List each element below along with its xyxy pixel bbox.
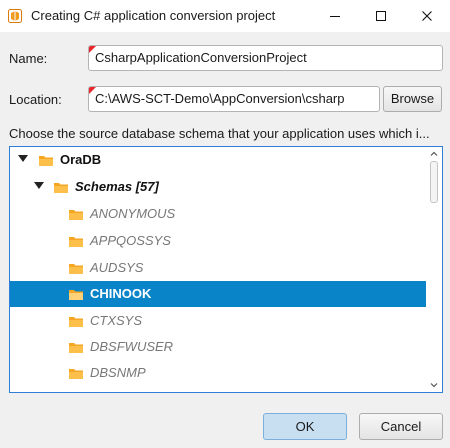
tree-item[interactable]: CTXSYS [10, 308, 427, 334]
tree-item-label: AUDSYS [90, 260, 144, 275]
minimize-icon [330, 16, 340, 17]
tree-item-partial[interactable] [10, 386, 427, 393]
folder-icon [69, 343, 83, 353]
close-icon [422, 11, 432, 21]
tree-node-schemas[interactable]: Schemas [57] [10, 174, 427, 200]
folder-icon [69, 290, 83, 300]
cancel-button[interactable]: Cancel [359, 413, 443, 440]
tree-item[interactable]: DBSFWUSER [10, 334, 427, 360]
schema-tree[interactable]: OraDB Schemas [57] ANONYMOUS APPQOSSYS A… [9, 146, 443, 393]
schema-prompt: Choose the source database schema that y… [9, 126, 430, 141]
name-label: Name: [9, 51, 48, 66]
scroll-up-button[interactable] [426, 147, 442, 161]
tree-node-oradb[interactable]: OraDB [10, 147, 427, 173]
folder-icon [69, 264, 83, 274]
browse-button[interactable]: Browse [383, 86, 442, 112]
tree-item-label: CTXSYS [90, 313, 143, 328]
tree-scrollbar[interactable] [426, 147, 442, 392]
tree-item-label: ANONYMOUS [90, 206, 176, 221]
maximize-button[interactable] [358, 0, 404, 32]
name-input[interactable]: CsharpApplicationConversionProject [88, 45, 443, 71]
ok-button[interactable]: OK [263, 413, 347, 440]
location-label: Location: [9, 92, 62, 107]
chevron-down-icon [430, 383, 438, 388]
tree-item[interactable]: ANONYMOUS [10, 201, 427, 227]
folder-icon [69, 369, 83, 379]
folder-icon [69, 237, 83, 247]
tree-item-label: CHINOOK [90, 286, 152, 301]
tree-item[interactable]: APPQOSSYS [10, 228, 427, 254]
tree-item[interactable]: AUDSYS [10, 255, 427, 281]
expand-arrow-icon[interactable] [34, 182, 44, 189]
required-marker [89, 46, 96, 53]
maximize-icon [376, 11, 386, 21]
folder-icon [69, 210, 83, 220]
database-folder-icon [39, 156, 53, 166]
tree-item-selected[interactable]: CHINOOK [10, 281, 427, 307]
window-title: Creating C# application conversion proje… [31, 8, 276, 23]
folder-icon [68, 392, 84, 393]
expand-arrow-icon[interactable] [18, 155, 28, 162]
tree-item-label: DBSNMP [90, 365, 146, 380]
title-bar: Creating C# application conversion proje… [0, 0, 450, 32]
tree-item[interactable]: DBSNMP [10, 360, 427, 386]
folder-icon [69, 317, 83, 327]
tree-label-schemas: Schemas [57] [75, 179, 159, 194]
scroll-thumb[interactable] [430, 161, 438, 203]
tree-label-oradb: OraDB [60, 152, 102, 167]
chevron-up-icon [430, 151, 438, 156]
tree-item-label: DBSFWUSER [90, 339, 174, 354]
tree-item-label: APPQOSSYS [90, 233, 171, 248]
minimize-button[interactable] [312, 0, 358, 32]
folder-icon [54, 183, 68, 193]
close-button[interactable] [404, 0, 450, 32]
location-input[interactable]: C:\AWS-SCT-Demo\AppConversion\csharp [88, 86, 380, 112]
app-icon [8, 9, 22, 23]
scroll-down-button[interactable] [426, 378, 442, 392]
name-input-value: CsharpApplicationConversionProject [95, 50, 307, 65]
required-marker [89, 87, 96, 94]
location-input-value: C:\AWS-SCT-Demo\AppConversion\csharp [95, 91, 345, 106]
